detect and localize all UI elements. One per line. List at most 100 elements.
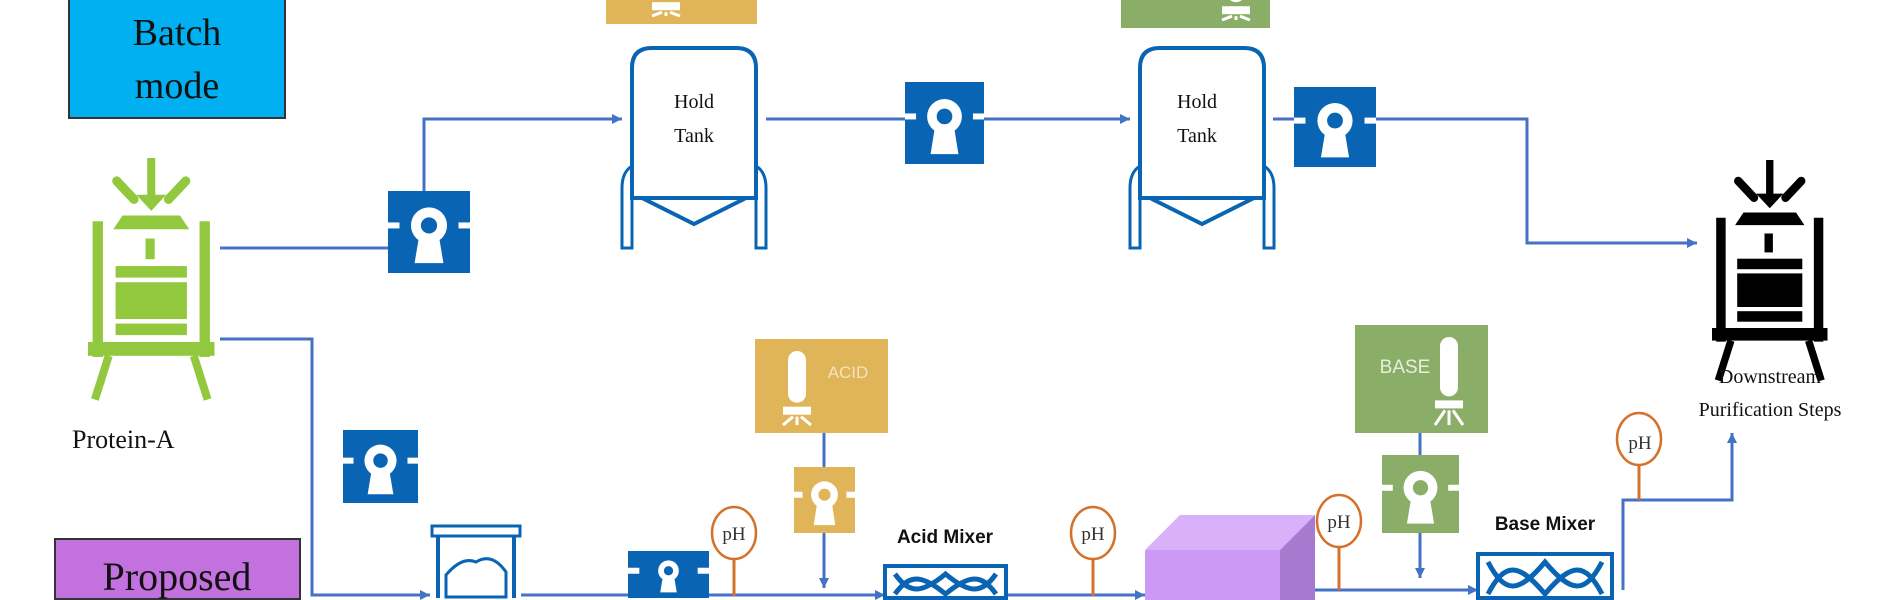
- column-piston: [1764, 233, 1773, 253]
- acid-tank-icon: [755, 339, 888, 433]
- spray-left: [1734, 176, 1759, 203]
- hold-tank-cone: [641, 196, 747, 227]
- pump-inlet: [1382, 484, 1393, 491]
- pump-eye: [420, 217, 438, 234]
- vessel-contents: [444, 557, 508, 599]
- pump-acid: [794, 467, 855, 533]
- column-bed-top: [115, 266, 187, 278]
- column-base: [88, 342, 215, 356]
- hold-tank-2-label-line1: Hold: [1177, 91, 1217, 113]
- protein-a-column-icon: [88, 158, 215, 401]
- column-cap: [113, 215, 190, 230]
- reagent-bottle-collar: [783, 406, 811, 415]
- flow-line-to-downstream-path: [1376, 117, 1697, 245]
- column-bed-bottom: [1737, 311, 1803, 322]
- arrow-head-icon: [1120, 114, 1130, 124]
- column-leg-right: [189, 354, 212, 401]
- pump-inlet: [794, 491, 803, 498]
- column-leg-left: [91, 354, 113, 401]
- pump-inlet: [388, 222, 400, 229]
- pump-standalone: [343, 430, 418, 503]
- acid-mixer-label: Acid Mixer: [897, 527, 994, 548]
- inline-vessel-cube-icon: [1145, 515, 1315, 600]
- feed-arrow-head: [1756, 193, 1784, 209]
- reagent-bottle-collar: [1435, 400, 1463, 409]
- base-tank-icon: [1355, 325, 1488, 433]
- ph-sensor-1: [710, 505, 758, 596]
- downstream-label-line2: Purification Steps: [1699, 399, 1842, 421]
- pump-eye: [373, 453, 388, 468]
- acid-label: ACID: [828, 363, 869, 382]
- vessel-lid: [430, 524, 522, 538]
- ph-sensor-3: [1315, 493, 1363, 590]
- pump-outlet: [846, 491, 855, 498]
- base-mixer-icon: [1476, 552, 1614, 600]
- arrow-head-icon: [420, 590, 430, 600]
- hold-tank-2: [1128, 46, 1276, 250]
- pump-top-1: [388, 191, 470, 273]
- pump-outlet: [697, 567, 709, 574]
- flow-line-to-downstream: [1376, 117, 1697, 248]
- pump-eye: [663, 566, 674, 576]
- spray-right: [163, 176, 191, 204]
- hold-tank-cone: [1149, 196, 1255, 227]
- column-left-rail: [92, 221, 103, 357]
- column-cap: [1735, 212, 1805, 226]
- pump-eye: [1327, 112, 1343, 129]
- pump-inlet: [628, 567, 640, 574]
- arrow-head-icon: [1727, 433, 1737, 443]
- pump-inlet: [905, 113, 917, 120]
- column-base: [1712, 328, 1828, 341]
- flow-line-acid-mixer-to-cube: [1006, 590, 1145, 600]
- pump-outlet: [1448, 484, 1459, 491]
- arrow-head-icon: [1415, 568, 1425, 578]
- feed-arrow-head: [136, 194, 167, 211]
- pump-base: [1382, 455, 1459, 533]
- pump-bottom-1: [628, 551, 709, 598]
- batch-mode-label-line1: Batch: [133, 12, 222, 54]
- pump-outlet: [458, 222, 470, 229]
- cube-front: [1145, 550, 1280, 600]
- reagent-bottle-icon: [1440, 337, 1458, 397]
- reagent-bottle-collar: [652, 2, 680, 11]
- pump-eye: [818, 488, 831, 501]
- hold-tank-1-label-line1: Hold: [674, 91, 714, 113]
- acid-mixer-icon: [883, 564, 1008, 600]
- pump-top-2: [905, 82, 984, 164]
- downstream-column-icon: [1712, 160, 1828, 382]
- arrow-head-icon: [819, 578, 829, 588]
- column-bed-bottom: [115, 323, 187, 336]
- flow-line-pump-to-hold-tank-1-path: [422, 117, 622, 191]
- protein-a-label: Protein-A: [72, 425, 175, 454]
- reagent-box: [1355, 325, 1488, 433]
- ph-label-2: pH: [1081, 524, 1105, 545]
- flow-line-acid-pump-to-mixer: [819, 533, 829, 588]
- hold-tank-body: [630, 46, 758, 200]
- process-flow-diagram: Batch mode Proposed Protein-A Downstream…: [54, 0, 1842, 600]
- downstream-label-line1: Downstream: [1719, 366, 1822, 388]
- surge-vessel-icon: [430, 524, 522, 599]
- hold-tank-1-label-line2: Tank: [674, 125, 714, 147]
- hold-tank-1: [620, 46, 768, 250]
- pump-eye: [1412, 480, 1429, 496]
- spray-right: [1781, 176, 1806, 203]
- base-label: BASE: [1380, 357, 1431, 378]
- column-bed: [115, 282, 187, 319]
- hold-tank-2-label-line2: Tank: [1177, 125, 1217, 147]
- column-bed: [1737, 273, 1803, 307]
- column-left-rail: [1716, 217, 1726, 342]
- ph-label-4: pH: [1628, 433, 1652, 454]
- base-mixer-label: Base Mixer: [1495, 514, 1596, 535]
- reagent-box: [755, 339, 888, 433]
- pump-outlet: [1364, 117, 1376, 124]
- column-bed-top: [1737, 258, 1803, 270]
- pump-top-3: [1294, 87, 1376, 167]
- batch-mode-label-line2: mode: [135, 65, 219, 107]
- proposed-label: Proposed: [103, 554, 252, 599]
- ph-label-3: pH: [1327, 512, 1351, 533]
- base-tank-top-icon: [1121, 0, 1270, 28]
- reagent-box: [606, 0, 757, 24]
- hold-tank-body: [1138, 46, 1266, 200]
- ph-label-1: pH: [722, 524, 746, 545]
- flow-line-base-pump-to-mixer: [1415, 533, 1425, 578]
